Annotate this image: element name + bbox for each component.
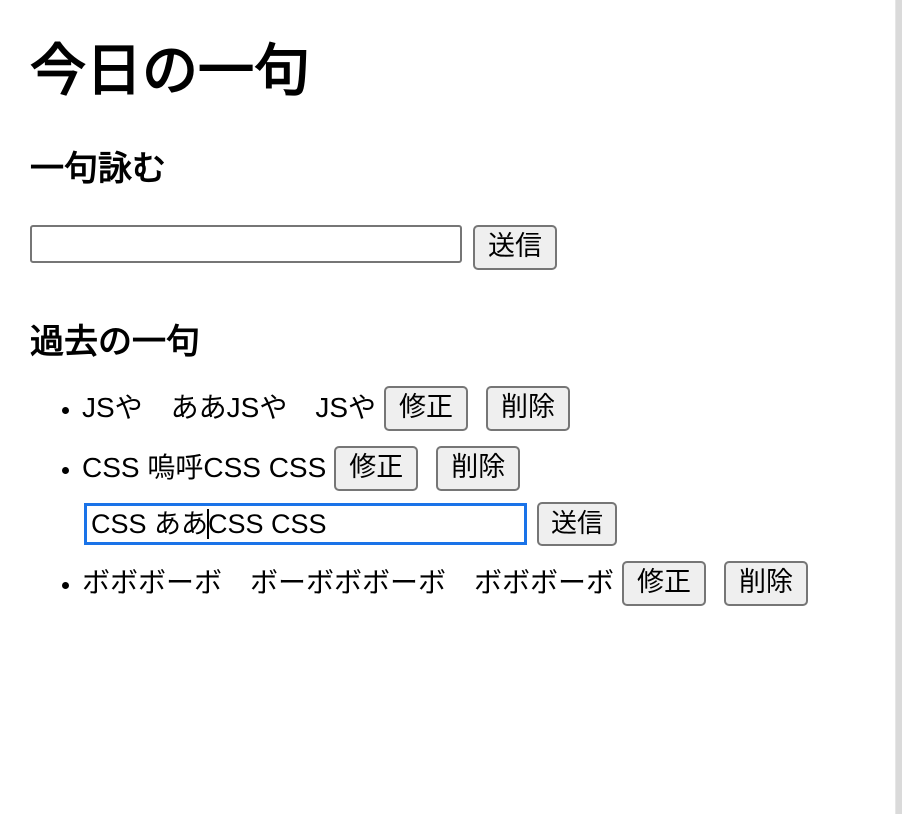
past-section-heading: 過去の一句 [30, 323, 200, 362]
haiku-input[interactable] [30, 225, 462, 264]
haiku-row: CSS 嗚呼CSS CSS 修正 削除 [82, 445, 887, 491]
edit-submit-button[interactable]: 送信 [537, 501, 618, 546]
edit-input-text-before-caret: CSS ああ [91, 508, 209, 539]
edit-button[interactable]: 修正 [622, 560, 707, 606]
list-item: JSや ああJSや JSや 修正 削除 [82, 385, 887, 431]
compose-section-heading: 一句詠む [30, 149, 166, 188]
scrollbar-thumb[interactable] [896, 0, 902, 814]
edit-input-text-after-caret: CSS CSS [208, 508, 327, 539]
edit-button[interactable]: 修正 [384, 385, 469, 431]
haiku-row: JSや ああJSや JSや 修正 削除 [82, 385, 887, 431]
haiku-text: ボボボーボ ボーボボボーボ ボボボーボ [82, 567, 615, 599]
haiku-list: JSや ああJSや JSや 修正 削除 CSS 嗚呼CSS CSS 修正 削除 … [30, 385, 887, 606]
delete-button[interactable]: 削除 [486, 385, 571, 431]
vertical-scrollbar[interactable] [895, 0, 902, 814]
haiku-row: ボボボーボ ボーボボボーボ ボボボーボ 修正 削除 [82, 560, 887, 606]
haiku-edit-input[interactable]: CSS ああ CSS CSS [84, 502, 527, 545]
page-viewport: 今日の一句 一句詠む 送信 過去の一句 JSや ああJSや JSや 修正 削除 … [0, 0, 895, 814]
haiku-text: JSや ああJSや JSや [82, 392, 377, 424]
page-content: 今日の一句 一句詠む 送信 過去の一句 JSや ああJSや JSや 修正 削除 … [0, 0, 895, 629]
list-item: CSS 嗚呼CSS CSS 修正 削除 CSS ああCSS CSS 送信 [82, 445, 887, 546]
compose-form: 送信 [30, 225, 887, 271]
page-title: 今日の一句 [30, 39, 310, 102]
compose-submit-button[interactable]: 送信 [473, 225, 557, 271]
list-item: ボボボーボ ボーボボボーボ ボボボーボ 修正 削除 [82, 560, 887, 606]
haiku-text: CSS 嗚呼CSS CSS [82, 452, 327, 484]
delete-button[interactable]: 削除 [724, 560, 809, 606]
haiku-edit-form: CSS ああ CSS CSS 送信 [84, 501, 887, 546]
edit-button[interactable]: 修正 [334, 445, 419, 491]
delete-button[interactable]: 削除 [436, 445, 521, 491]
